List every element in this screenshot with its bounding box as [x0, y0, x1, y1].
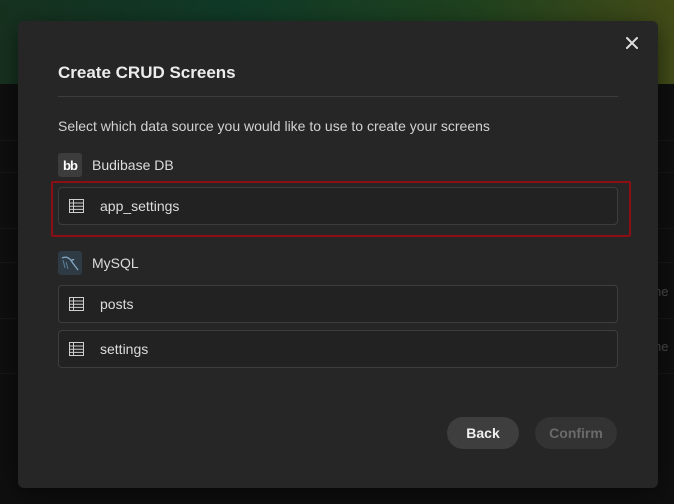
- source-name: MySQL: [92, 255, 139, 271]
- modal-description: Select which data source you would like …: [58, 118, 490, 134]
- table-item-settings[interactable]: settings: [58, 330, 618, 368]
- table-item-app-settings[interactable]: app_settings: [58, 187, 618, 225]
- budibase-logo-icon: bb: [58, 153, 82, 177]
- close-button[interactable]: [622, 35, 642, 55]
- modal-title: Create CRUD Screens: [58, 63, 236, 82]
- back-button[interactable]: Back: [447, 417, 519, 449]
- table-icon: [69, 297, 84, 311]
- title-divider: [58, 96, 618, 97]
- create-crud-screens-modal: Create CRUD Screens Select which data so…: [18, 21, 658, 488]
- source-header-budibase-db: bb Budibase DB: [58, 153, 174, 177]
- table-item-label: posts: [100, 296, 134, 312]
- table-icon: [69, 199, 84, 213]
- table-icon: [69, 342, 84, 356]
- table-item-label: settings: [100, 341, 149, 357]
- mysql-dolphin-icon: [58, 251, 82, 275]
- table-item-label: app_settings: [100, 198, 180, 214]
- table-item-posts[interactable]: posts: [58, 285, 618, 323]
- close-icon: [625, 36, 639, 55]
- confirm-button[interactable]: Confirm: [535, 417, 617, 449]
- source-name: Budibase DB: [92, 157, 174, 173]
- source-header-mysql: MySQL: [58, 251, 139, 275]
